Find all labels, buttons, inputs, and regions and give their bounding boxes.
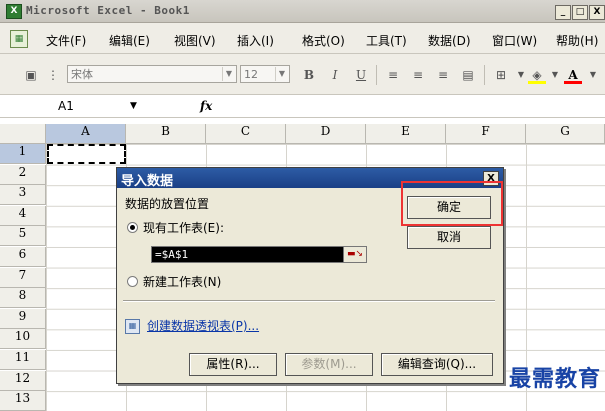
align-left-icon[interactable]: ≡ xyxy=(384,66,402,84)
column-header[interactable]: A xyxy=(46,124,126,144)
row-header[interactable]: 9 xyxy=(0,308,46,329)
edit-query-button[interactable]: 编辑查询(Q)... xyxy=(381,353,493,376)
close-button[interactable]: X xyxy=(589,5,605,20)
chevron-down-icon: ▼ xyxy=(275,67,288,81)
chevron-down-icon[interactable]: ▼ xyxy=(584,66,602,84)
maximize-button[interactable]: □ xyxy=(572,5,588,20)
row-header[interactable]: 12 xyxy=(0,370,46,391)
cell-reference-input[interactable]: =$A$1 ▬↘ xyxy=(151,246,367,263)
formatting-toolbar: ▣ ⋮ 宋体 ▼ 12 ▼ B I U ≡ ≡ ≡ ▤ ⊞ ▼ ◈ ▼ A ▼ xyxy=(0,54,605,95)
menu-view[interactable]: 视图(V) xyxy=(174,32,216,49)
column-header[interactable]: F xyxy=(446,124,526,144)
align-right-icon[interactable]: ≡ xyxy=(434,66,452,84)
ok-button-highlight xyxy=(401,181,503,226)
existing-sheet-label[interactable]: 现有工作表(E): xyxy=(143,219,224,236)
watermark: 最需教育 xyxy=(508,366,601,392)
column-header[interactable]: C xyxy=(206,124,286,144)
dialog-title: 导入数据 xyxy=(121,174,174,189)
menu-edit[interactable]: 编辑(E) xyxy=(109,32,150,49)
font-name-select[interactable]: 宋体 ▼ xyxy=(67,65,237,83)
toolbar-separator xyxy=(484,65,485,85)
menu-file[interactable]: 文件(F) xyxy=(46,32,86,49)
fill-color-icon[interactable]: ◈ xyxy=(528,66,546,84)
align-center-icon[interactable]: ≡ xyxy=(409,66,427,84)
menu-insert[interactable]: 插入(I) xyxy=(237,32,274,49)
menu-bar: ▦ 文件(F) 编辑(E) 视图(V) 插入(I) 格式(O) 工具(T) 数据… xyxy=(0,23,605,54)
row-header[interactable]: 5 xyxy=(0,226,46,247)
existing-sheet-radio[interactable] xyxy=(127,222,138,233)
toolbar-grip-icon: ⋮ xyxy=(47,68,59,82)
chevron-down-icon[interactable]: ▼ xyxy=(546,66,564,84)
create-pivot-link[interactable]: 创建数据透视表(P)... xyxy=(147,317,259,334)
font-size-value: 12 xyxy=(244,68,258,81)
row-header[interactable]: 7 xyxy=(0,267,46,288)
excel-icon: X xyxy=(6,4,22,19)
row-header[interactable]: 4 xyxy=(0,205,46,226)
new-sheet-label[interactable]: 新建工作表(N) xyxy=(143,273,221,290)
column-header[interactable]: G xyxy=(526,124,605,144)
row-header[interactable]: 3 xyxy=(0,185,46,206)
row-header[interactable]: 10 xyxy=(0,329,46,350)
select-all-corner[interactable] xyxy=(0,124,46,144)
cancel-button[interactable]: 取消 xyxy=(407,226,491,249)
font-size-select[interactable]: 12 ▼ xyxy=(240,65,290,83)
minimize-button[interactable]: _ xyxy=(555,5,571,20)
menu-help[interactable]: 帮助(H) xyxy=(556,32,598,49)
borders-icon[interactable]: ⊞ xyxy=(492,66,510,84)
active-cell-a1[interactable] xyxy=(47,144,126,164)
italic-button[interactable]: I xyxy=(326,66,344,84)
merge-center-icon[interactable]: ▤ xyxy=(459,66,477,84)
menu-tools[interactable]: 工具(T) xyxy=(366,32,407,49)
workbook-icon[interactable]: ▦ xyxy=(10,30,28,48)
menu-data[interactable]: 数据(D) xyxy=(428,32,471,49)
underline-button[interactable]: U xyxy=(352,66,370,84)
cell-reference-value: =$A$1 xyxy=(155,248,189,261)
dialog-divider xyxy=(123,300,495,302)
row-header[interactable]: 13 xyxy=(0,391,46,411)
new-sheet-radio[interactable] xyxy=(127,276,138,287)
font-name-value: 宋体 xyxy=(71,68,93,81)
collapse-dialog-icon[interactable]: ▬↘ xyxy=(343,247,366,262)
chevron-down-icon: ▼ xyxy=(222,67,235,81)
parameters-button: 参数(M)... xyxy=(285,353,373,376)
pivot-table-icon: ▦ xyxy=(125,319,140,334)
bold-button[interactable]: B xyxy=(300,66,318,84)
window-controls: _ □ X xyxy=(554,3,605,20)
menu-format[interactable]: 格式(O) xyxy=(302,32,345,49)
column-header[interactable]: D xyxy=(286,124,366,144)
properties-button[interactable]: 属性(R)... xyxy=(189,353,277,376)
row-header[interactable]: 1 xyxy=(0,144,46,164)
formula-bar: A1 ▼ fx xyxy=(0,95,605,118)
row-header[interactable]: 11 xyxy=(0,350,46,370)
title-bar: X Microsoft Excel - Book1 _ □ X xyxy=(0,0,605,23)
menu-window[interactable]: 窗口(W) xyxy=(492,32,537,49)
row-header[interactable]: 8 xyxy=(0,288,46,309)
placement-label: 数据的放置位置 xyxy=(125,197,210,211)
toolbar-separator xyxy=(376,65,377,85)
save-icon[interactable]: ▣ xyxy=(22,66,40,84)
row-header[interactable]: 6 xyxy=(0,247,46,267)
column-header[interactable]: E xyxy=(366,124,446,144)
chevron-down-icon[interactable]: ▼ xyxy=(130,97,137,115)
window-title: Microsoft Excel - Book1 xyxy=(26,4,190,17)
row-header[interactable]: 2 xyxy=(0,164,46,185)
column-header[interactable]: B xyxy=(126,124,206,144)
font-color-button[interactable]: A xyxy=(564,66,582,84)
function-icon[interactable]: fx xyxy=(200,97,212,115)
